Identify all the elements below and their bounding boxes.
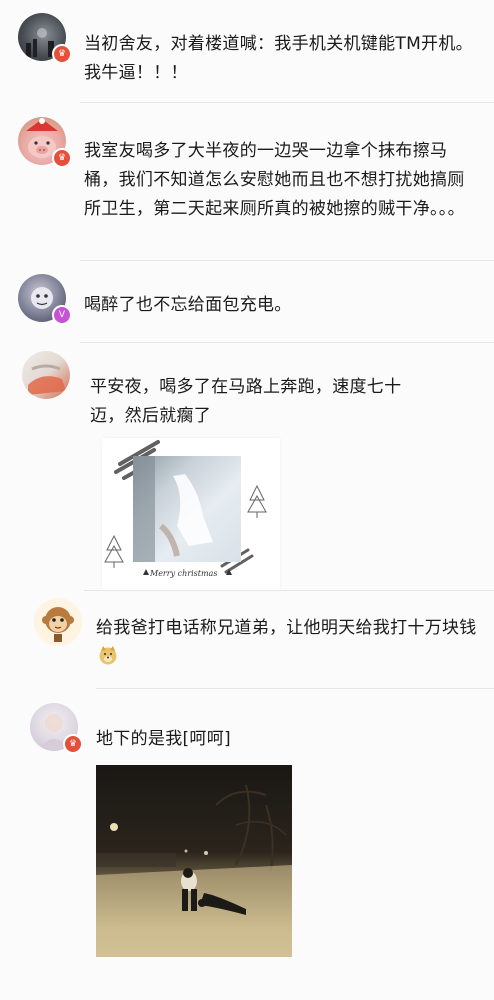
comment-text: 我室友喝多了大半夜的一边哭一边拿个抹布擦马桶，我们不知道怎么安慰她而且也不想打扰… [84, 141, 465, 219]
comment-item: ♛ 地下的是我[呵呵] [0, 695, 494, 1000]
comment-text: 给我爸打电话称兄道弟，让他明天给我打十万块钱 [96, 614, 480, 672]
tree-icon [104, 534, 124, 568]
comment-item: 平安夜，喝多了在马路上奔跑，速度七十迈，然后就瘸了 Merry christma… [0, 345, 494, 590]
tree-icon [247, 484, 267, 518]
v-verified-icon: V [52, 305, 72, 325]
comment-item: ♛ 当初舍友，对着楼道喊：我手机关机键能TM开机。我牛逼！！！ [0, 0, 494, 103]
night-street-image [96, 784, 292, 957]
doge-emoji-icon [99, 646, 117, 665]
divider [84, 590, 494, 591]
comment-text: 喝醉了也不忘给面包充电。 [84, 295, 292, 315]
avatar-monkey-icon [42, 607, 74, 642]
comment-text: 地下的是我[呵呵] [96, 729, 231, 749]
divider [96, 688, 494, 689]
night-street-photo[interactable] [96, 765, 292, 957]
christmas-photo[interactable] [133, 456, 241, 562]
divider [80, 342, 494, 343]
avatar-photo-icon [28, 364, 66, 395]
photo-card[interactable]: Merry christmas [102, 438, 280, 590]
comment-item: ♛ 我室友喝多了大半夜的一边哭一边拿个抹布擦马桶，我们不知道怎么安慰她而且也不想… [0, 105, 494, 265]
comment-text-body: 给我爸打电话称兄道弟，让他明天给我打十万块钱 [96, 618, 477, 638]
divider [80, 102, 494, 103]
comment-item: 给我爸打电话称兄道弟，让他明天给我打十万块钱 [0, 590, 494, 690]
legs-on-road-image [133, 456, 213, 562]
card-caption: Merry christmas [150, 569, 218, 578]
tree-icon [143, 569, 149, 575]
comment-item: V 喝醉了也不忘给面包充电。 [0, 262, 494, 343]
divider [80, 260, 494, 261]
avatar[interactable] [34, 598, 82, 646]
vip-crown-icon: ♛ [52, 148, 72, 168]
tree-icon [226, 569, 232, 575]
vip-crown-icon: ♛ [52, 44, 72, 64]
avatar[interactable] [22, 351, 70, 399]
comment-text: 当初舍友，对着楼道喊：我手机关机键能TM开机。我牛逼！！！ [84, 34, 473, 83]
comment-text: 平安夜，喝多了在马路上奔跑，速度七十迈，然后就瘸了 [90, 377, 402, 426]
vip-crown-icon: ♛ [63, 734, 83, 754]
